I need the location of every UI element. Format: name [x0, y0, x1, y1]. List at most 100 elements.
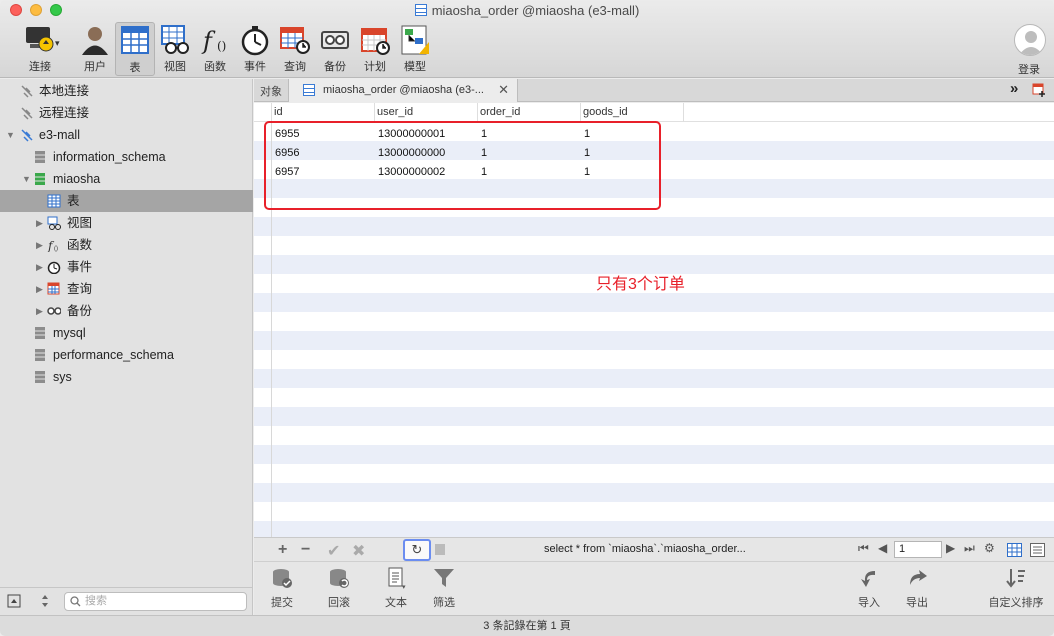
sidebar-item-views[interactable]: ▶ 视图: [0, 212, 253, 234]
calendar-icon: [359, 24, 391, 56]
grid-header: id user_id order_id goods_id: [254, 103, 1054, 122]
sidebar-item-remote-connections[interactable]: 远程连接: [0, 102, 253, 124]
database-icon: [35, 349, 45, 361]
text-button[interactable]: ▾ 文本: [372, 567, 420, 610]
stopwatch-icon: [47, 261, 61, 274]
login-label[interactable]: 登录: [1018, 61, 1040, 77]
sql-preview: select * from `miaosha`.`miaosha_order..…: [544, 543, 746, 555]
export-button[interactable]: 导出: [893, 567, 941, 610]
sidebar-item-events[interactable]: ▶ 事件: [0, 256, 253, 278]
grid-view-icon[interactable]: [1007, 543, 1022, 557]
last-page-icon[interactable]: ⏭: [964, 541, 975, 556]
sidebar-item-functions[interactable]: ▶ f() 函数: [0, 234, 253, 256]
app-window: miaosha_order @miaosha (e3-mall) ▾ 连接 用户…: [0, 0, 1054, 636]
sidebar-footer: 搜索: [0, 587, 253, 615]
table-icon: [119, 25, 151, 57]
view-button[interactable]: 视图: [155, 22, 195, 76]
table-button[interactable]: 表: [115, 22, 155, 76]
tab-bar: 对象 miaosha_order @miaosha (e3-... ✕ »: [254, 79, 1054, 102]
disclosure-closed-icon[interactable]: ▶: [36, 234, 43, 256]
filter-button[interactable]: 筛选: [420, 567, 468, 610]
database-rollback-icon: [328, 567, 350, 589]
stopwatch-icon: [239, 24, 271, 56]
sidebar-search-input[interactable]: 搜索: [64, 592, 247, 611]
next-page-icon[interactable]: ▶: [946, 541, 955, 555]
tape-icon: [47, 307, 61, 315]
stop-icon[interactable]: [435, 544, 445, 555]
discard-changes-button[interactable]: ✖: [352, 541, 365, 561]
settings-gear-icon[interactable]: ⚙: [984, 541, 995, 555]
column-separator: [271, 103, 272, 122]
disclosure-open-icon[interactable]: ▼: [22, 168, 31, 190]
column-header-order-id[interactable]: order_id: [480, 106, 520, 118]
column-header-goods-id[interactable]: goods_id: [583, 106, 628, 118]
sidebar-item-miaosha[interactable]: ▼ miaosha: [0, 168, 253, 190]
sidebar-item-local-connections[interactable]: 本地连接: [0, 80, 253, 102]
sidebar-item-performance-schema[interactable]: performance_schema: [0, 344, 253, 366]
sidebar-item-queries[interactable]: ▶ 查询: [0, 278, 253, 300]
connection-icon: [21, 129, 33, 142]
add-record-button[interactable]: +: [278, 541, 287, 559]
function-button[interactable]: f() 函数: [195, 22, 235, 76]
search-icon: [70, 596, 81, 607]
status-bar: 3 条記錄在第 1 頁: [0, 615, 1054, 636]
add-tab-icon[interactable]: [1032, 83, 1046, 97]
window-title: miaosha_order @miaosha (e3-mall): [0, 3, 1054, 18]
event-button[interactable]: 事件: [235, 22, 275, 76]
connect-button[interactable]: ▾ 连接: [18, 22, 62, 76]
commit-button[interactable]: 提交: [258, 567, 306, 610]
database-icon: [35, 173, 45, 185]
sidebar-item-information-schema[interactable]: information_schema: [0, 146, 253, 168]
first-page-icon[interactable]: ⏮: [858, 541, 869, 556]
import-arrow-icon: [858, 567, 880, 589]
apply-changes-button[interactable]: ✔: [327, 541, 340, 561]
column-separator[interactable]: [374, 103, 375, 122]
refresh-icon: ↻: [411, 542, 423, 557]
login-avatar-icon[interactable]: [1014, 24, 1046, 56]
query-icon: [47, 282, 60, 295]
query-button[interactable]: 查询: [275, 22, 315, 76]
disclosure-closed-icon[interactable]: ▶: [36, 256, 43, 278]
column-header-user-id[interactable]: user_id: [377, 106, 413, 118]
tab-objects[interactable]: 对象: [260, 83, 282, 99]
toggle-sidebar-icon[interactable]: [7, 594, 21, 608]
column-separator[interactable]: [580, 103, 581, 122]
column-separator[interactable]: [683, 103, 684, 122]
sidebar-item-mysql[interactable]: mysql: [0, 322, 253, 344]
svg-text:▾: ▾: [55, 38, 60, 48]
import-button[interactable]: 导入: [845, 567, 893, 610]
column-separator[interactable]: [477, 103, 478, 122]
close-tab-icon[interactable]: ✕: [498, 79, 509, 101]
model-icon: [399, 24, 431, 56]
form-view-icon[interactable]: [1030, 543, 1045, 557]
disclosure-closed-icon[interactable]: ▶: [36, 300, 43, 322]
svg-text:(): (): [54, 246, 58, 252]
rollback-button[interactable]: 回滚: [315, 567, 363, 610]
sort-stepper-icon[interactable]: [40, 593, 50, 609]
prev-page-icon[interactable]: ◀: [878, 541, 887, 555]
database-commit-icon: [271, 567, 293, 589]
model-button[interactable]: 模型: [395, 22, 435, 76]
sidebar-item-e3-mall[interactable]: ▼ e3-mall: [0, 124, 253, 146]
user-button[interactable]: 用户: [75, 22, 115, 76]
sidebar-item-sys[interactable]: sys: [0, 366, 253, 388]
sidebar-item-tables[interactable]: 表: [0, 190, 253, 212]
table-icon: [414, 4, 427, 16]
sidebar: 本地连接 远程连接 ▼ e3-mall information_schema ▼…: [0, 79, 253, 587]
view-icon: [47, 216, 61, 230]
disclosure-closed-icon[interactable]: ▶: [36, 212, 43, 234]
page-number-input[interactable]: 1: [894, 541, 942, 558]
sidebar-item-backups[interactable]: ▶ 备份: [0, 300, 253, 322]
annotation-text: 只有3个订单: [596, 276, 685, 293]
delete-record-button[interactable]: −: [301, 541, 310, 559]
schedule-button[interactable]: 计划: [355, 22, 395, 76]
disclosure-closed-icon[interactable]: ▶: [36, 278, 43, 300]
filter-funnel-icon: [433, 567, 455, 589]
disclosure-open-icon[interactable]: ▼: [6, 124, 15, 146]
backup-button[interactable]: 备份: [315, 22, 355, 76]
more-tabs-icon[interactable]: »: [1010, 80, 1018, 97]
column-header-id[interactable]: id: [274, 106, 283, 118]
refresh-button[interactable]: ↻: [403, 539, 431, 561]
custom-sort-button[interactable]: 自定义排序: [982, 567, 1050, 610]
tab-miaosha-order[interactable]: miaosha_order @miaosha (e3-... ✕: [288, 79, 518, 102]
